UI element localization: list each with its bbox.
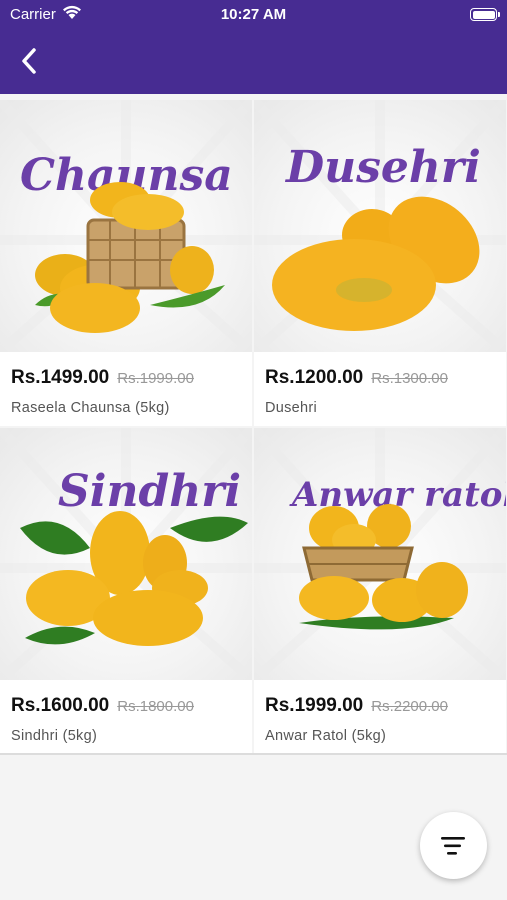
- image-title: Dusehri: [284, 142, 481, 193]
- product-name: Anwar Ratol (5kg): [265, 728, 387, 744]
- price-row: Rs.1999.00 Rs.2200.00: [265, 695, 448, 717]
- product-image: Chaunsa: [0, 100, 252, 352]
- back-button[interactable]: [10, 42, 50, 82]
- product-image: Dusehri: [254, 100, 506, 352]
- product-old-price: Rs.2200.00: [371, 698, 448, 715]
- product-card[interactable]: Dusehri Rs.1200.00 Rs.1300.00 Dusehri: [254, 100, 506, 426]
- sort-button[interactable]: [420, 812, 487, 879]
- price-row: Rs.1600.00 Rs.1800.00: [11, 695, 194, 717]
- list-bottom-divider: [0, 753, 507, 755]
- product-old-price: Rs.1300.00: [371, 370, 448, 387]
- product-card[interactable]: Chaunsa Rs.1499.00 Rs.1999.00 Raseela Cha…: [0, 100, 252, 426]
- status-time: 10:27 AM: [220, 6, 287, 23]
- product-old-price: Rs.1999.00: [117, 370, 194, 387]
- product-name: Dusehri: [265, 400, 318, 416]
- sort-icon: [441, 837, 465, 855]
- product-name: Raseela Chaunsa (5kg): [11, 400, 170, 416]
- product-card[interactable]: Anwar ratol Rs.1999.00 Rs.2200.00 Anwar R…: [254, 428, 506, 754]
- product-card[interactable]: Sindhri Rs.1600.00 Rs.1800.00 Sindhri (5k…: [0, 428, 252, 754]
- nav-bar: [0, 30, 507, 94]
- status-bar: Carrier 10:27 AM: [0, 0, 507, 30]
- product-old-price: Rs.1800.00: [117, 698, 194, 715]
- product-image: Sindhri: [0, 428, 252, 680]
- product-name: Sindhri (5kg): [11, 728, 98, 744]
- image-title: Sindhri: [58, 466, 241, 517]
- product-price: Rs.1200.00: [265, 367, 364, 388]
- product-price: Rs.1600.00: [11, 695, 110, 716]
- product-price: Rs.1499.00: [11, 367, 110, 388]
- product-image: Anwar ratol: [254, 428, 506, 680]
- chevron-left-icon: [22, 48, 36, 74]
- price-row: Rs.1499.00 Rs.1999.00: [11, 367, 194, 389]
- product-price: Rs.1999.00: [265, 695, 364, 716]
- price-row: Rs.1200.00 Rs.1300.00: [265, 367, 448, 389]
- battery-icon: [470, 8, 500, 21]
